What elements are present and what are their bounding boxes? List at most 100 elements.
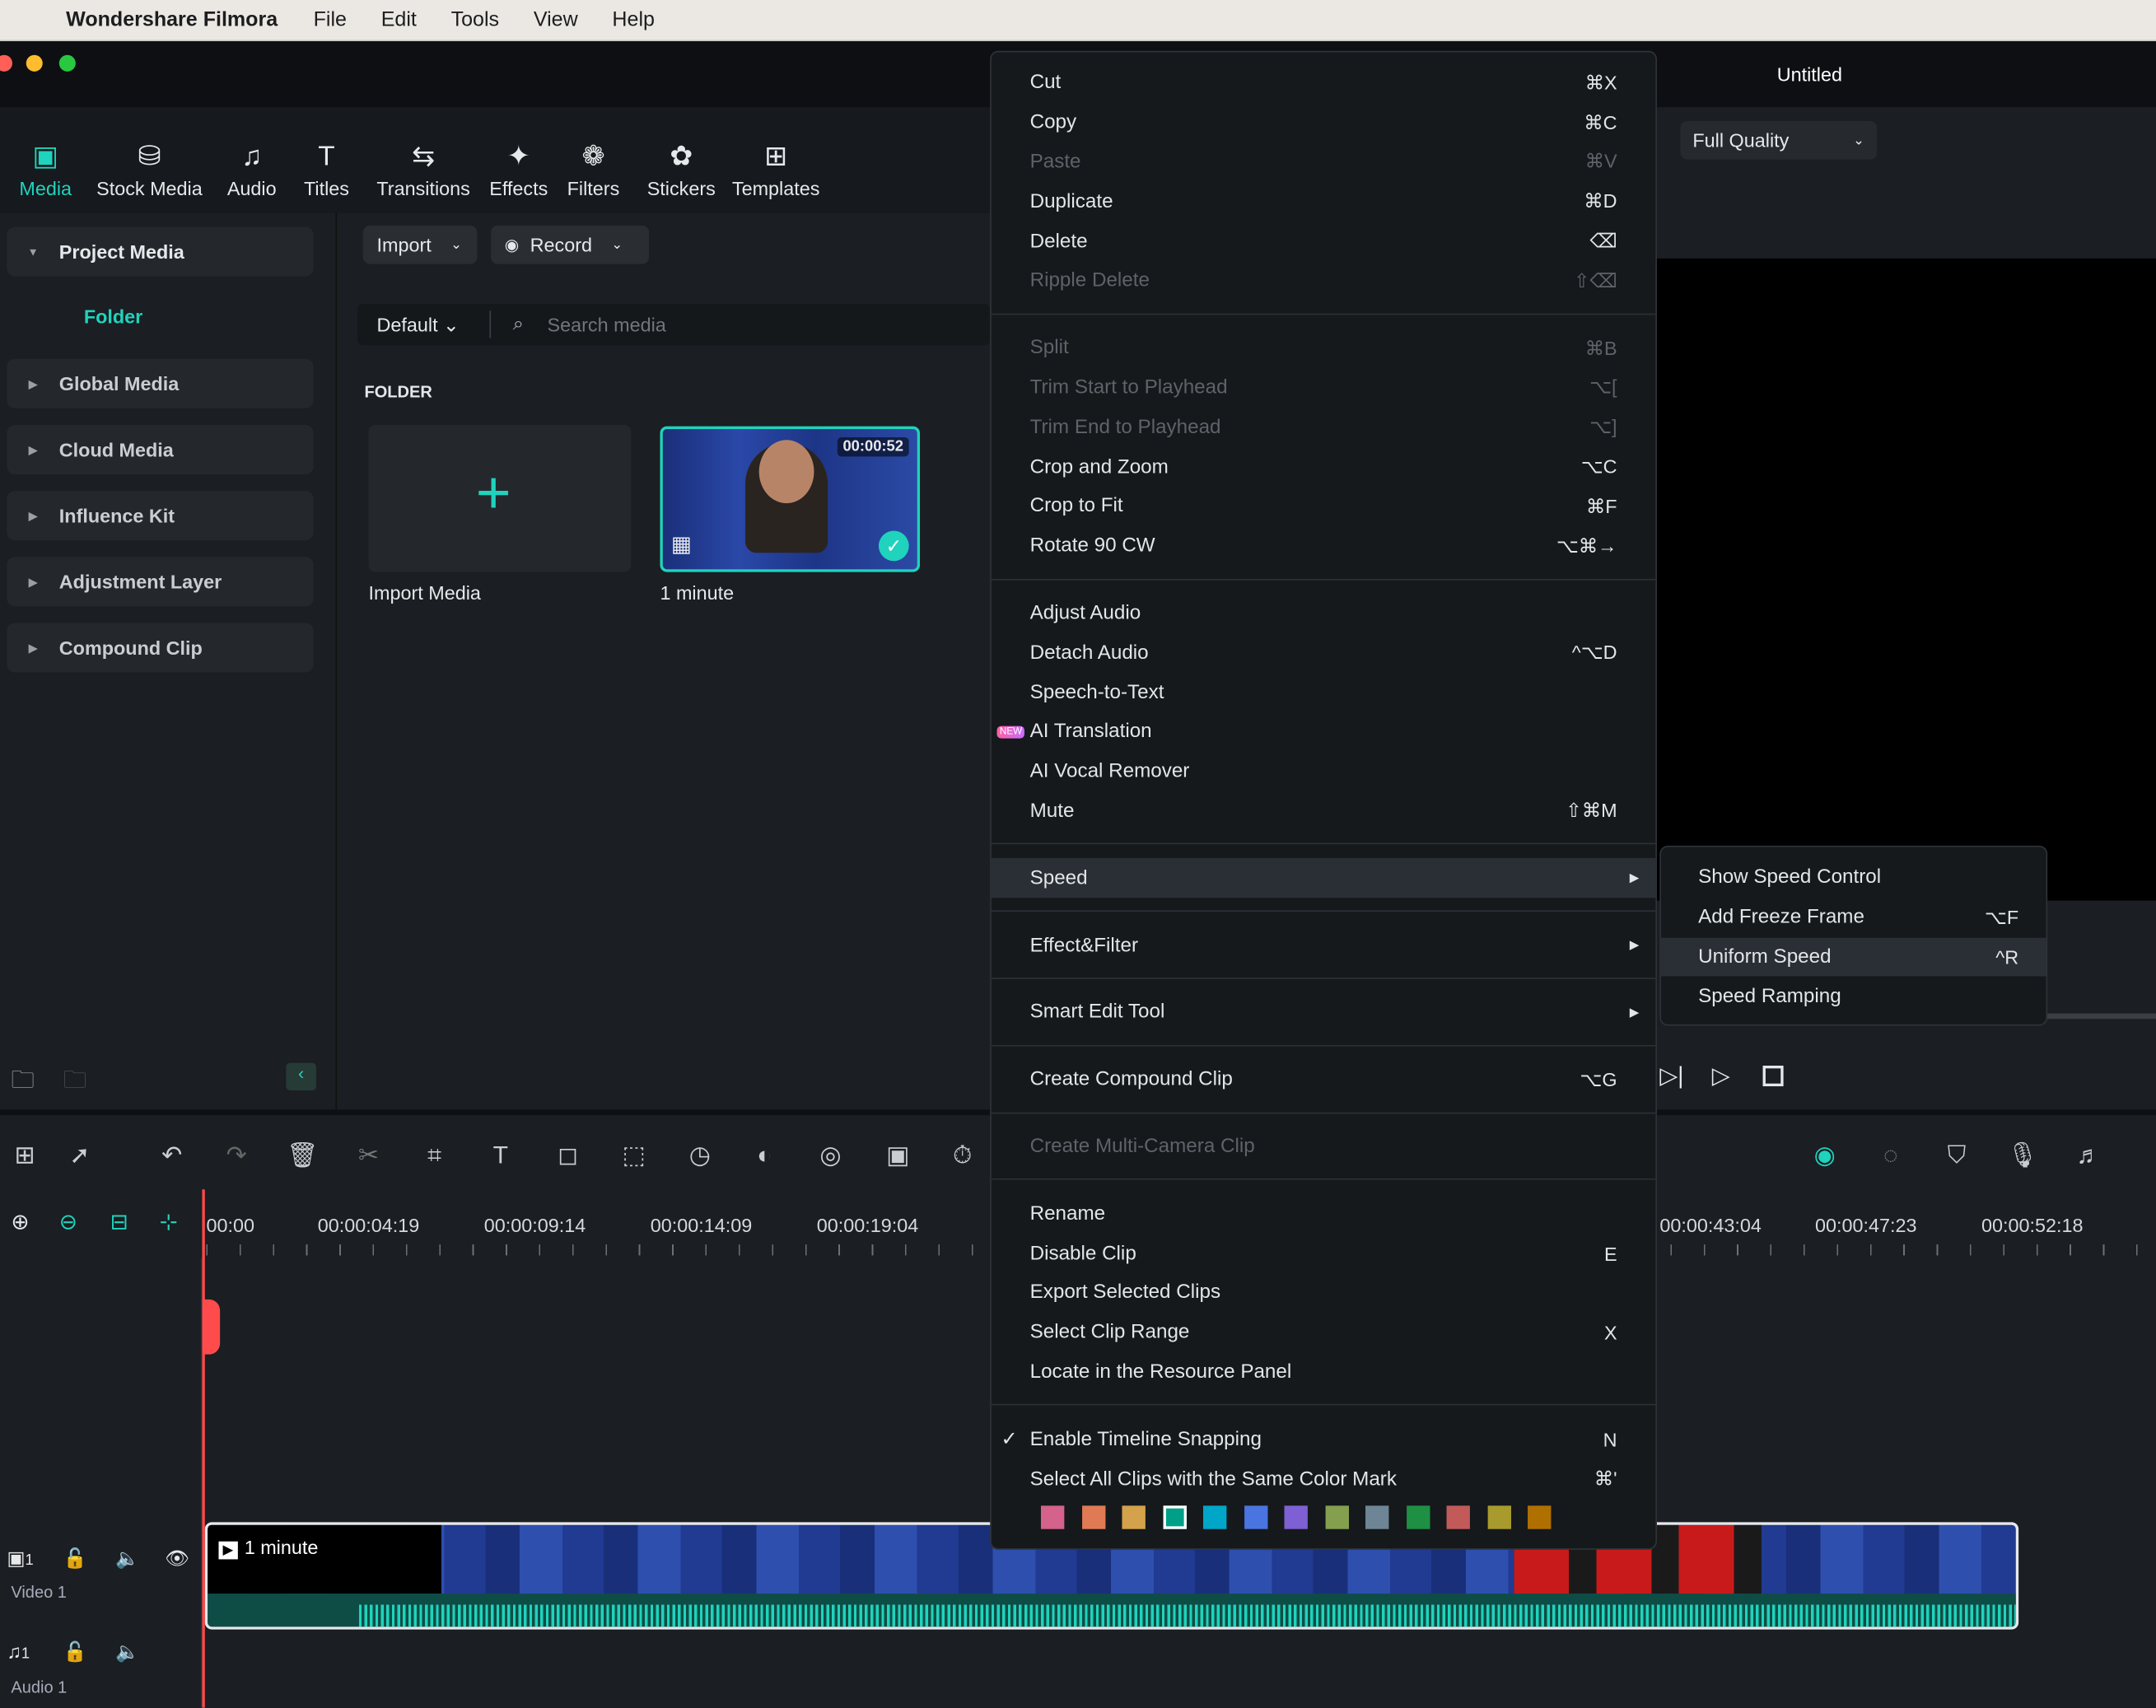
snap-icon[interactable]: ⊹	[160, 1209, 178, 1236]
color-mark-swatch[interactable]	[1528, 1505, 1552, 1530]
menu-item-select-all-clips-with-the-same-color-mark[interactable]: Select All Clips with the Same Color Mar…	[992, 1459, 1655, 1499]
marker-icon[interactable]: ⛉	[1940, 1141, 1973, 1170]
next-frame-icon[interactable]: ▷|	[1659, 1063, 1683, 1090]
audio-mix-icon[interactable]: ♬	[2072, 1141, 2105, 1170]
delete-folder-icon[interactable]: 🗀	[63, 1063, 86, 1103]
link-icon[interactable]: ⊖	[59, 1209, 77, 1236]
new-folder-icon[interactable]: 🗀	[11, 1063, 34, 1103]
color-mark-swatch[interactable]	[1446, 1505, 1470, 1530]
preview-scrubber[interactable]	[2042, 1013, 2156, 1020]
collapse-sidebar-button[interactable]: ‹	[286, 1062, 317, 1091]
select-tool-icon[interactable]: ➚	[63, 1141, 96, 1170]
text-icon[interactable]: T	[484, 1141, 517, 1170]
mask-icon[interactable]: ◻	[552, 1141, 585, 1170]
color-mark-swatch[interactable]	[1324, 1505, 1349, 1530]
menu-file[interactable]: File	[314, 8, 347, 31]
tab-stock-media[interactable]: ⛁ Stock Media	[96, 107, 203, 213]
menu-item-duplicate[interactable]: Duplicate ⌘D	[992, 182, 1655, 222]
menu-item-ai-translation[interactable]: NEW AI Translation	[992, 712, 1655, 752]
search-input[interactable]: Search media	[548, 314, 666, 336]
ai-tool-icon[interactable]: ⬚	[618, 1141, 651, 1170]
menu-help[interactable]: Help	[612, 8, 655, 31]
menu-tools[interactable]: Tools	[451, 8, 499, 31]
menu-view[interactable]: View	[534, 8, 578, 31]
tab-audio[interactable]: ♫ Audio	[227, 107, 277, 213]
app-menu[interactable]: Wondershare Filmora	[66, 8, 278, 31]
screen-icon[interactable]: ▣	[881, 1141, 914, 1170]
volume-icon[interactable]: 🔈	[115, 1547, 139, 1570]
tab-transitions[interactable]: ⇆ Transitions	[376, 107, 469, 213]
submenu-item-show-speed-control[interactable]: Show Speed Control	[1661, 858, 2046, 898]
submenu-item-add-freeze-frame[interactable]: Add Freeze Frame ⌥F	[1661, 898, 2046, 937]
zoom-window-button[interactable]	[58, 54, 76, 72]
color-icon[interactable]: ◐	[748, 1141, 781, 1170]
color-mark-swatch[interactable]	[1162, 1505, 1187, 1530]
color-mark-swatch[interactable]	[1081, 1505, 1105, 1530]
submenu-item-speed-ramping[interactable]: Speed Ramping	[1661, 977, 2046, 1016]
menu-item-export-selected-clips[interactable]: Export Selected Clips	[992, 1273, 1655, 1313]
menu-item-ai-vocal-remover[interactable]: AI Vocal Remover	[992, 752, 1655, 791]
color-mark-swatch[interactable]	[1365, 1505, 1389, 1530]
volume-icon[interactable]: 🔈	[115, 1640, 139, 1664]
menu-item-rotate-90-cw[interactable]: Rotate 90 CW ⌥⌘→	[992, 526, 1655, 566]
quality-dropdown[interactable]: Full Quality ⌄	[1680, 120, 1878, 160]
menu-item-adjust-audio[interactable]: Adjust Audio	[992, 594, 1655, 633]
group-icon[interactable]: ⊟	[110, 1209, 128, 1236]
color-mark-swatch[interactable]	[1040, 1505, 1065, 1530]
import-media-card[interactable]: +	[368, 424, 632, 572]
lock-icon[interactable]: 🔓	[63, 1640, 87, 1664]
sidebar-item-influence-kit[interactable]: ▶ Influence Kit	[7, 491, 314, 541]
menu-item-locate-in-the-resource-panel[interactable]: Locate in the Resource Panel	[992, 1352, 1655, 1392]
microphone-icon[interactable]: 🎙	[2006, 1141, 2039, 1170]
menu-edit[interactable]: Edit	[381, 8, 417, 31]
sort-dropdown[interactable]: Default ⌄	[376, 314, 459, 337]
color-mark-swatch[interactable]	[1244, 1505, 1267, 1530]
color-mark-swatch[interactable]	[1202, 1505, 1227, 1530]
playhead-handle[interactable]	[202, 1299, 221, 1355]
timer-icon[interactable]: ⏱	[946, 1141, 979, 1170]
tab-media[interactable]: ▣ Media	[19, 107, 72, 213]
menu-item-disable-clip[interactable]: Disable Clip E	[992, 1234, 1655, 1273]
sidebar-item-global-media[interactable]: ▶ Global Media	[7, 358, 314, 408]
tab-filters[interactable]: ❁ Filters	[567, 107, 620, 213]
add-track-icon[interactable]: ⊕	[11, 1209, 29, 1236]
sidebar-item-cloud-media[interactable]: ▶ Cloud Media	[7, 424, 314, 475]
playhead[interactable]	[202, 1189, 205, 1708]
menu-item-smart-edit-tool[interactable]: Smart Edit Tool ▶	[992, 992, 1655, 1032]
menu-item-detach-audio[interactable]: Detach Audio ^⌥D	[992, 633, 1655, 673]
sidebar-item-compound-clip[interactable]: ▶ Compound Clip	[7, 623, 314, 673]
tab-titles[interactable]: T Titles	[304, 107, 349, 213]
undo-icon[interactable]: ↶	[156, 1141, 189, 1170]
color-mark-swatch[interactable]	[1122, 1505, 1146, 1530]
menu-item-crop-to-fit[interactable]: Crop to Fit ⌘F	[992, 487, 1655, 526]
media-clip-thumbnail[interactable]: 00:00:52 ▦ ✓	[660, 426, 921, 572]
menu-item-speed[interactable]: Speed ▶	[991, 858, 1656, 898]
speed-icon[interactable]: ◷	[684, 1141, 716, 1170]
menu-item-cut[interactable]: Cut ⌘X	[992, 63, 1655, 103]
crop-icon[interactable]: ⌗	[418, 1141, 451, 1170]
sidebar-folder[interactable]: Folder	[84, 306, 142, 328]
stop-icon[interactable]	[1762, 1066, 1784, 1087]
play-icon[interactable]: ▷	[1712, 1063, 1730, 1090]
eye-icon[interactable]: 👁	[165, 1547, 189, 1570]
menu-item-enable-timeline-snapping[interactable]: ✓ Enable Timeline Snapping N	[992, 1420, 1655, 1459]
tab-effects[interactable]: ✦ Effects	[489, 107, 548, 213]
sidebar-item-adjustment-layer[interactable]: ▶ Adjustment Layer	[7, 557, 314, 607]
sidebar-item-project-media[interactable]: ▼ Project Media	[7, 226, 314, 277]
tab-templates[interactable]: ⊞ Templates	[732, 107, 820, 213]
color-mark-swatch[interactable]	[1406, 1505, 1430, 1530]
render-icon[interactable]: ◌	[1874, 1141, 1907, 1170]
ai-audio-icon[interactable]: ◎	[814, 1141, 847, 1170]
menu-item-mute[interactable]: Mute ⇧⌘M	[992, 791, 1655, 831]
menu-item-create-compound-clip[interactable]: Create Compound Clip ⌥G	[992, 1060, 1655, 1099]
record-button[interactable]: ◉ Record ⌄	[491, 225, 650, 264]
redo-icon[interactable]: ↷	[220, 1141, 253, 1170]
tab-stickers[interactable]: ✿ Stickers	[647, 107, 716, 213]
submenu-item-uniform-speed[interactable]: Uniform Speed ^R	[1660, 937, 2046, 978]
menu-item-copy[interactable]: Copy ⌘C	[992, 103, 1655, 142]
menu-item-delete[interactable]: Delete ⌫	[992, 222, 1655, 261]
ai-copilot-icon[interactable]: ◉	[1808, 1141, 1841, 1170]
minimize-window-button[interactable]	[26, 54, 43, 72]
layout-icon[interactable]: ⊞	[8, 1141, 41, 1170]
lock-icon[interactable]: 🔓	[63, 1547, 87, 1570]
